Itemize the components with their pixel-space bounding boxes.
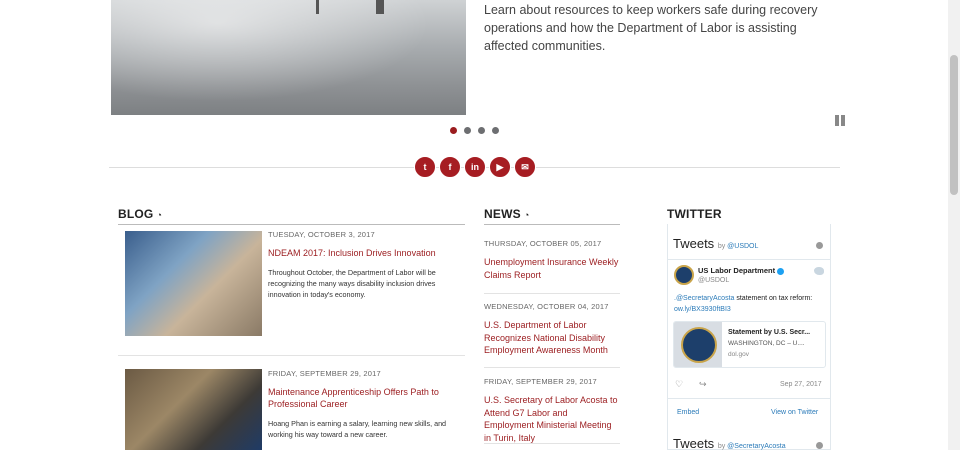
blog-post-date: FRIDAY, SEPTEMBER 29, 2017 — [268, 369, 381, 378]
news-item-date: FRIDAY, SEPTEMBER 29, 2017 — [484, 377, 597, 386]
youtube-icon[interactable]: ▶ — [489, 156, 511, 178]
blog-post-image[interactable] — [125, 369, 262, 450]
twitter-heading: TWITTER — [667, 207, 831, 225]
tweets-by-label: by — [717, 443, 726, 450]
news-item-title[interactable]: U.S. Secretary of Labor Acosta to Attend… — [484, 394, 620, 444]
social-links: t f in ▶ ✉ — [414, 156, 536, 178]
news-heading-label[interactable]: NEWS — [484, 207, 521, 221]
blog-post-title[interactable]: Maintenance Apprenticeship Offers Path t… — [268, 386, 460, 410]
rss-icon[interactable]: ◔ — [156, 210, 162, 220]
news-heading: NEWS ◔ — [484, 207, 620, 225]
linkedin-icon[interactable]: in — [464, 156, 486, 178]
pause-icon — [841, 115, 845, 126]
blog-post-image[interactable] — [125, 231, 262, 336]
blog-post: FRIDAY, SEPTEMBER 29, 2017 Maintenance A… — [118, 369, 465, 450]
tweet-url-link[interactable]: ow.ly/BX3930ftBI3 — [674, 306, 731, 313]
verified-icon — [777, 267, 785, 275]
twitter-divider — [668, 259, 830, 260]
tweet-author-name-text: US Labor Department — [698, 266, 776, 275]
twitter-divider — [668, 398, 830, 399]
blog-post-description: Throughout October, the Department of La… — [268, 268, 436, 299]
blog-heading-label[interactable]: BLOG — [118, 207, 153, 221]
carousel-dot-3[interactable] — [478, 127, 485, 134]
news-item-date: WEDNESDAY, OCTOBER 04, 2017 — [484, 302, 609, 311]
news-divider — [484, 367, 620, 368]
tweets-label: Tweets — [673, 436, 715, 450]
timeline-handle-link[interactable]: @USDOL — [727, 243, 758, 250]
blog-divider — [118, 355, 465, 356]
carousel-dot-1[interactable] — [450, 127, 457, 134]
page-scrollbar[interactable] — [948, 0, 960, 450]
twitter-timeline-header: Tweets by @USDOL — [673, 236, 758, 251]
pause-icon — [835, 115, 839, 126]
card-image — [674, 322, 722, 367]
tweet-body: statement on tax reform: — [734, 295, 813, 302]
card-description: WASHINGTON, DC – U.... — [728, 340, 805, 347]
blog-post-date: TUESDAY, OCTOBER 3, 2017 — [268, 230, 375, 239]
blog-post-meta: FRIDAY, SEPTEMBER 29, 2017 Maintenance A… — [268, 369, 460, 440]
hero-image-detail — [376, 0, 384, 14]
embed-link[interactable]: Embed — [677, 409, 699, 416]
blog-post-meta: TUESDAY, OCTOBER 3, 2017 NDEAM 2017: Inc… — [268, 230, 460, 300]
carousel-dot-4[interactable] — [492, 127, 499, 134]
dol-seal-icon — [681, 327, 717, 363]
news-item-title[interactable]: U.S. Department of Labor Recognizes Nati… — [484, 319, 620, 357]
news-divider — [484, 293, 620, 294]
tweets-label: Tweets — [673, 236, 715, 251]
email-icon[interactable]: ✉ — [514, 156, 536, 178]
tweet-date[interactable]: Sep 27, 2017 — [780, 381, 822, 388]
carousel-dot-2[interactable] — [464, 127, 471, 134]
tweet-link-card[interactable]: Statement by U.S. Secr... WASHINGTON, DC… — [673, 321, 826, 368]
twitter-timeline-header-2: Tweets by @SecretaryAcosta — [673, 436, 786, 450]
blog-post-title[interactable]: NDEAM 2017: Inclusion Drives Innovation — [268, 247, 460, 259]
tweet-author-handle[interactable]: @USDOL — [698, 277, 729, 284]
news-item-title[interactable]: Unemployment Insurance Weekly Claims Rep… — [484, 256, 620, 281]
twitter-bird-icon[interactable] — [814, 267, 824, 275]
hero-description: Learn about resources to keep workers sa… — [484, 3, 818, 53]
blog-post-description: Hoang Phan is earning a salary, learning… — [268, 419, 447, 439]
twitter-icon[interactable]: t — [414, 156, 436, 178]
twitter-timeline: Tweets by @USDOL US Labor Department @US… — [667, 224, 831, 450]
carousel-dots — [450, 127, 499, 134]
tweets-by-label: by — [717, 243, 726, 250]
card-title: Statement by U.S. Secr... — [728, 329, 811, 336]
news-item: THURSDAY, OCTOBER 05, 2017 Unemployment … — [484, 239, 620, 281]
info-icon[interactable] — [816, 242, 823, 249]
hero-image-fog — [111, 0, 466, 115]
rss-icon[interactable]: ◔ — [524, 210, 530, 220]
news-item: WEDNESDAY, OCTOBER 04, 2017 U.S. Departm… — [484, 302, 620, 357]
blog-post: TUESDAY, OCTOBER 3, 2017 NDEAM 2017: Inc… — [118, 230, 465, 350]
share-icon[interactable]: ↪ — [699, 379, 707, 390]
tweet-mention-link[interactable]: .@SecretaryAcosta — [674, 295, 734, 302]
news-item-date: THURSDAY, OCTOBER 05, 2017 — [484, 239, 602, 248]
view-on-twitter-link[interactable]: View on Twitter — [771, 409, 818, 416]
news-item: FRIDAY, SEPTEMBER 29, 2017 U.S. Secretar… — [484, 377, 620, 444]
account-avatar[interactable] — [674, 265, 694, 285]
facebook-icon[interactable]: f — [439, 156, 461, 178]
info-icon[interactable] — [816, 442, 823, 449]
like-icon[interactable]: ♡ — [675, 379, 683, 390]
news-divider — [484, 443, 620, 444]
scrollbar-thumb[interactable] — [950, 55, 958, 195]
carousel-pause-button[interactable] — [835, 115, 846, 126]
hero-image[interactable] — [111, 0, 466, 115]
blog-heading: BLOG ◔ — [118, 207, 465, 225]
hero-image-detail — [316, 0, 319, 14]
tweet-text: .@SecretaryAcosta statement on tax refor… — [674, 293, 826, 315]
timeline-handle-link[interactable]: @SecretaryAcosta — [727, 443, 785, 450]
card-domain: dol.gov — [728, 351, 749, 358]
tweet-author-name[interactable]: US Labor Department — [698, 266, 785, 275]
